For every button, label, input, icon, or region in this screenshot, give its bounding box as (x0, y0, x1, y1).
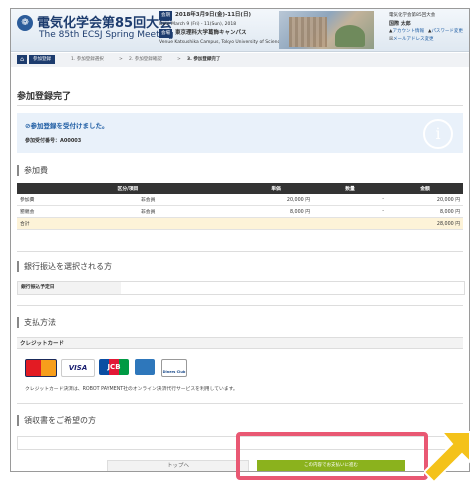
user-event-name: 電気化学会第85回大会 (389, 13, 436, 18)
fee-item: 参加費 (17, 194, 138, 206)
fee-item: 懇親会 (17, 205, 138, 218)
password-change-link[interactable]: パスワード変更 (431, 29, 463, 34)
total-label: 合計 (17, 217, 387, 230)
period-en: Date March 9 (Fri) - 11(Sun), 2018 (159, 22, 237, 27)
venue-en: Venue Katsushika Campus, Tokyo Universit… (159, 40, 283, 45)
meeting-title-en: The 85th ECSJ Spring Meeting (39, 30, 174, 40)
success-notice: ⊘参加登録を受付けました。 参加受付番号：A00003 i (17, 113, 463, 153)
total-amount: 28,000 円 (387, 217, 463, 230)
column-header-amount: 金額 (387, 183, 463, 194)
success-message: ⊘参加登録を受付けました。 (25, 122, 109, 130)
breadcrumb: ⌂ 参加登録 1. 参加登録選択 > 2. 参加登録確認 > 3. 参加登録完了 (11, 53, 469, 67)
browser-page: ❁ 電気化学会第85回大会 The 85th ECSJ Spring Meeti… (10, 8, 470, 472)
column-header-item: 区分/項目 (17, 183, 239, 194)
fee-qty: - (313, 194, 387, 206)
fees-table: 区分/項目 単価 数量 金額 参加費 非会員 20,000 円 - 20,000… (17, 183, 463, 230)
breadcrumb-step-2: 2. 参加登録確認 (129, 57, 162, 62)
fee-amount: 8,000 円 (387, 205, 463, 218)
breadcrumb-step-3: 3. 参加登録完了 (187, 57, 221, 62)
tree-shape (335, 25, 365, 47)
fee-amount: 20,000 円 (387, 194, 463, 206)
venue-jp: 東京理科大学葛飾キャンパス (175, 30, 247, 36)
meeting-title-jp: 電気化学会第85回大会 (37, 16, 173, 31)
divider (17, 403, 463, 404)
highlight-box (236, 432, 428, 480)
info-icon: i (423, 119, 453, 149)
fee-unit-price: 20,000 円 (239, 194, 313, 206)
registration-number: 参加受付番号：A00003 (25, 138, 82, 144)
bank-section-title: 銀行振込を選択される方 (17, 261, 112, 272)
period-tag: 会期 (159, 11, 172, 20)
divider (17, 105, 463, 106)
jcb-logo-icon: JCB (99, 359, 129, 375)
column-header-unit-price: 単価 (239, 183, 313, 194)
pointer-arrow-icon (424, 431, 471, 484)
home-icon[interactable]: ⌂ (17, 55, 27, 64)
divider (17, 305, 463, 306)
diners-club-logo-icon: Diners Club (161, 359, 187, 377)
meeting-info: 会期 2018年3月9日(金)-11日(日) Date March 9 (Fri)… (159, 11, 283, 47)
credit-card-label: クレジットカード (17, 337, 463, 349)
table-row: 懇親会 非会員 8,000 円 - 8,000 円 (17, 205, 463, 218)
credit-card-note: クレジットカード決済は、ROBOT PAYMENT社のオンライン決済代行サービス… (25, 387, 238, 392)
breadcrumb-separator: > (177, 57, 181, 62)
table-row: 参加費 非会員 20,000 円 - 20,000 円 (17, 194, 463, 206)
user-name: 国際 太郎 (389, 21, 411, 27)
top-page-button[interactable]: トップへ (107, 460, 249, 471)
fee-unit-price: 8,000 円 (239, 205, 313, 218)
amex-logo-icon (135, 359, 155, 375)
building-shape (289, 17, 327, 47)
breadcrumb-registration[interactable]: 参加登録 (29, 55, 55, 64)
venue-tag: 会場 (159, 29, 172, 38)
breadcrumb-separator: > (119, 57, 123, 62)
mastercard-logo-icon (25, 359, 57, 377)
fees-header-row: 区分/項目 単価 数量 金額 (17, 183, 463, 194)
divider (17, 251, 463, 252)
user-panel: 電気化学会第85回大会 国際 太郎 ▲アカウント情報 ▲パスワード変更 ☒メールア… (389, 12, 467, 44)
breadcrumb-step-1: 1. 参加登録選択 (71, 57, 104, 62)
payment-section-title: 支払方法 (17, 317, 56, 328)
visa-logo-icon: VISA (61, 359, 95, 377)
fees-section-title: 参加費 (17, 165, 48, 176)
column-header-qty: 数量 (313, 183, 387, 194)
fee-category: 非会員 (138, 205, 239, 218)
society-logo-icon: ❁ (17, 15, 33, 31)
page-title: 参加登録完了 (17, 92, 72, 102)
receipt-section-title: 領収書をご希望の方 (17, 415, 96, 426)
account-info-link[interactable]: アカウント情報 (392, 29, 424, 34)
period-jp: 2018年3月9日(金)-11日(日) (175, 12, 251, 18)
fee-qty: - (313, 205, 387, 218)
total-row: 合計 28,000 円 (17, 217, 463, 230)
site-header: ❁ 電気化学会第85回大会 The 85th ECSJ Spring Meeti… (11, 9, 469, 52)
email-change-link[interactable]: メールアドレス変更 (393, 37, 434, 42)
campus-photo (279, 11, 374, 49)
bank-date-row: 銀行振込予定日 (17, 281, 465, 295)
fee-category: 非会員 (138, 194, 239, 206)
bank-date-label: 銀行振込予定日 (18, 282, 121, 294)
